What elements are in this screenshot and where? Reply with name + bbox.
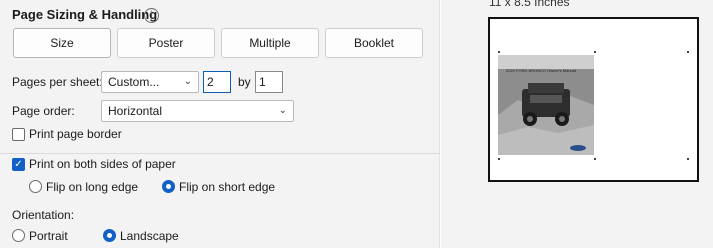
page-sizing-panel: Page Sizing & Handling i Size Poster Mul… — [0, 0, 440, 248]
crop-mark — [498, 158, 500, 160]
booklet-button[interactable]: Booklet — [325, 28, 423, 58]
flip-long-edge-radio[interactable] — [29, 180, 42, 193]
paper-size-label: 11 x 8.5 Inches — [489, 0, 570, 9]
manual-cover-image: 2022 FORD BRONCO Owner's Manual — [498, 55, 594, 155]
crop-mark — [594, 51, 596, 53]
print-preview-panel: 11 x 8.5 Inches 2022 FORD BRONCO Owner's… — [441, 0, 713, 248]
portrait-radio[interactable] — [12, 229, 25, 242]
crop-mark — [687, 51, 689, 53]
preview-frame: 2022 FORD BRONCO Owner's Manual — [488, 17, 699, 182]
columns-input[interactable]: 2 — [203, 71, 231, 93]
flip-long-edge-label[interactable]: Flip on long edge — [46, 180, 138, 194]
pages-per-sheet-select[interactable]: Custom... ⌄ — [101, 71, 199, 93]
divider — [0, 153, 440, 154]
print-page-border-label[interactable]: Print page border — [29, 127, 122, 141]
landscape-label[interactable]: Landscape — [120, 229, 179, 243]
by-label: by — [238, 75, 251, 89]
orientation-label: Orientation: — [12, 208, 75, 222]
info-icon[interactable]: i — [144, 8, 159, 23]
landscape-radio[interactable] — [103, 229, 116, 242]
flip-short-edge-radio[interactable] — [162, 180, 175, 193]
chevron-down-icon: ⌄ — [278, 105, 287, 116]
pages-per-sheet-label: Pages per sheet: — [12, 75, 103, 89]
preview-page: 2022 FORD BRONCO Owner's Manual — [498, 27, 689, 172]
multiple-button[interactable]: Multiple — [221, 28, 319, 58]
print-page-border-checkbox[interactable] — [12, 128, 25, 141]
duplex-checkbox[interactable]: ✓ — [12, 158, 25, 171]
flip-short-edge-label[interactable]: Flip on short edge — [179, 180, 275, 194]
poster-button[interactable]: Poster — [117, 28, 215, 58]
page-order-value: Horizontal — [108, 104, 163, 118]
portrait-label[interactable]: Portrait — [29, 229, 68, 243]
pages-per-sheet-value: Custom... — [108, 75, 160, 89]
crop-mark — [498, 51, 500, 53]
rows-input[interactable]: 1 — [255, 71, 283, 93]
chevron-down-icon: ⌄ — [183, 76, 192, 87]
crop-mark — [687, 158, 689, 160]
section-title: Page Sizing & Handling — [12, 7, 158, 22]
duplex-label[interactable]: Print on both sides of paper — [29, 157, 176, 171]
size-button[interactable]: Size — [13, 28, 111, 58]
page-order-select[interactable]: Horizontal ⌄ — [101, 100, 294, 122]
page-order-label: Page order: — [12, 104, 75, 118]
cover-title: 2022 FORD BRONCO Owner's Manual — [506, 68, 576, 73]
crop-mark — [594, 158, 596, 160]
